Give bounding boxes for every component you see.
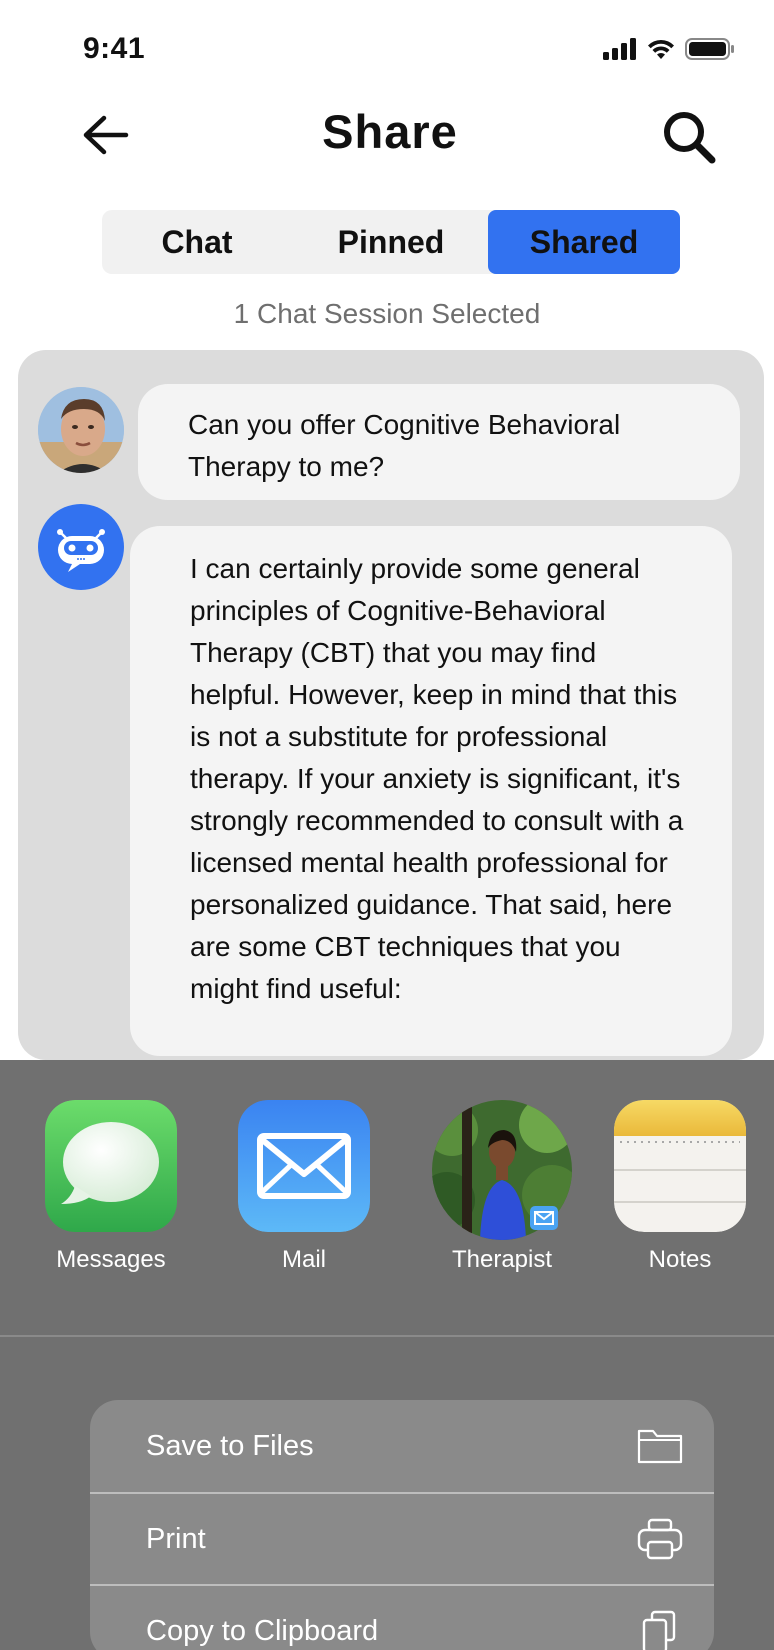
sheet-divider bbox=[0, 1335, 774, 1337]
action-label: Print bbox=[146, 1522, 206, 1555]
status-time: 9:41 bbox=[83, 32, 146, 65]
user-avatar bbox=[38, 387, 124, 473]
share-actions-list: Save to Files Print Copy to Clipboard bbox=[90, 1400, 714, 1650]
share-target-notes[interactable]: Notes bbox=[585, 1100, 774, 1274]
folder-icon bbox=[637, 1429, 683, 1464]
messages-app-icon bbox=[45, 1100, 177, 1232]
signal-icon bbox=[603, 38, 636, 60]
share-sheet: Messages Mail Therapist Notes Save to Fi… bbox=[0, 1060, 774, 1650]
share-targets: Messages Mail Therapist Notes bbox=[0, 1100, 774, 1290]
notes-app-icon bbox=[614, 1100, 746, 1232]
action-label: Copy to Clipboard bbox=[146, 1614, 379, 1647]
share-target-messages[interactable]: Messages bbox=[16, 1100, 206, 1274]
contact-photo bbox=[432, 1100, 572, 1240]
page-title: Share bbox=[322, 105, 458, 158]
share-target-therapist[interactable]: Therapist bbox=[407, 1100, 597, 1274]
robot-icon bbox=[57, 529, 105, 572]
mail-app-icon bbox=[238, 1100, 370, 1232]
wifi-icon bbox=[648, 39, 674, 59]
share-target-label: Mail bbox=[281, 1246, 326, 1273]
user-message-bubble: Can you offer Cognitive Behavioral Thera… bbox=[138, 384, 740, 500]
share-target-label: Messages bbox=[56, 1246, 166, 1273]
status-bar: 9:41 bbox=[0, 0, 774, 90]
copy-icon bbox=[642, 1610, 676, 1650]
save-to-files-action[interactable]: Save to Files bbox=[90, 1400, 714, 1492]
search-icon[interactable] bbox=[662, 110, 718, 166]
printer-icon bbox=[637, 1518, 683, 1560]
action-label: Save to Files bbox=[146, 1429, 314, 1462]
tab-pinned[interactable]: Pinned bbox=[292, 210, 490, 274]
tab-shared[interactable]: Shared bbox=[488, 210, 680, 274]
status-icons bbox=[603, 38, 735, 60]
bot-message-bubble: I can certainly provide some general pri… bbox=[130, 526, 732, 1056]
share-target-mail[interactable]: Mail bbox=[209, 1100, 399, 1274]
header: Share bbox=[0, 100, 774, 190]
print-action[interactable]: Print bbox=[90, 1492, 714, 1584]
share-target-label: Notes bbox=[648, 1246, 712, 1273]
selection-count: 1 Chat Session Selected bbox=[233, 298, 541, 329]
bot-avatar bbox=[38, 504, 124, 590]
segmented-tabs: Chat Pinned Shared bbox=[102, 210, 680, 274]
share-target-label: Therapist bbox=[451, 1246, 553, 1273]
tab-chat[interactable]: Chat bbox=[102, 210, 292, 274]
battery-icon bbox=[685, 38, 734, 60]
copy-to-clipboard-action[interactable]: Copy to Clipboard bbox=[90, 1584, 714, 1650]
chat-session-preview[interactable]: Can you offer Cognitive Behavioral Thera… bbox=[18, 350, 764, 1060]
